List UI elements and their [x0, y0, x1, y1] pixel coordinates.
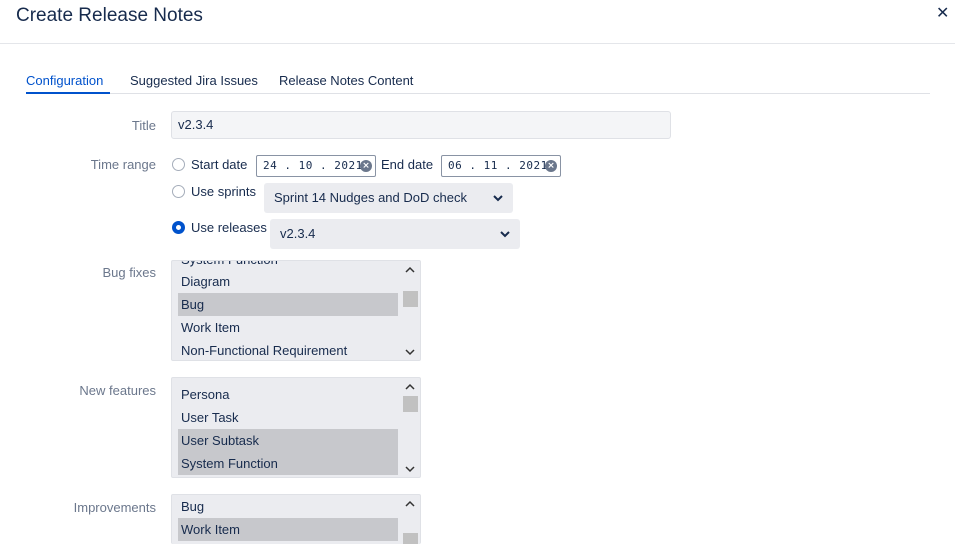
scrollbar[interactable]	[401, 261, 420, 360]
list-item[interactable]: Persona	[178, 383, 398, 406]
use-releases-radio[interactable]	[172, 221, 185, 234]
time-range-label: Time range	[90, 157, 156, 172]
list-item[interactable]: User Subtask	[178, 429, 398, 452]
list-item[interactable]: User Task	[178, 406, 398, 429]
release-select-value: v2.3.4	[280, 226, 316, 241]
list-item[interactable]: Work Item	[178, 316, 398, 339]
dialog-header: Create Release Notes ✕	[0, 0, 955, 44]
dialog-title: Create Release Notes	[16, 5, 203, 26]
chevron-down-icon	[500, 231, 510, 238]
list-item[interactable]: Diagram	[178, 270, 398, 293]
tab-configuration[interactable]: Configuration	[26, 73, 103, 88]
tab-release-notes-content[interactable]: Release Notes Content	[279, 73, 413, 88]
scroll-thumb[interactable]	[403, 396, 418, 412]
title-input[interactable]: v2.3.4	[171, 111, 671, 139]
end-date-label: End date	[381, 157, 434, 172]
chevron-down-icon[interactable]	[405, 348, 415, 356]
bug-fixes-listbox[interactable]: System Function Diagram Bug Work Item No…	[171, 260, 421, 361]
start-date-radio-row[interactable]: Start date	[172, 157, 247, 172]
sprint-select[interactable]: Sprint 14 Nudges and DoD check	[264, 183, 513, 213]
scrollbar[interactable]	[401, 378, 420, 477]
new-features-listbox[interactable]: Persona User Task User Subtask System Fu…	[171, 377, 421, 478]
chevron-up-icon[interactable]	[405, 266, 415, 274]
title-label: Title	[131, 118, 156, 133]
start-date-label: Start date	[191, 157, 248, 172]
chevron-up-icon[interactable]	[405, 500, 415, 508]
tab-bar: Configuration Suggested Jira Issues Rele…	[26, 72, 930, 94]
chevron-down-icon[interactable]	[405, 465, 415, 473]
clear-start-date-icon[interactable]: ×	[360, 160, 372, 172]
close-icon[interactable]: ✕	[936, 3, 949, 23]
new-features-label: New features	[79, 383, 156, 398]
chevron-up-icon[interactable]	[405, 383, 415, 391]
improvements-label: Improvements	[73, 500, 156, 515]
scroll-thumb[interactable]	[403, 533, 418, 544]
list-item[interactable]: Bug	[178, 495, 398, 518]
start-date-value: 24 . 10 . 2021	[263, 159, 363, 172]
clear-end-date-icon[interactable]: ×	[545, 160, 557, 172]
end-date-input[interactable]: 06 . 11 . 2021 ×	[441, 155, 561, 177]
bug-fixes-label: Bug fixes	[102, 265, 156, 280]
improvements-listbox[interactable]: Bug Work Item	[171, 494, 421, 544]
start-date-input[interactable]: 24 . 10 . 2021 ×	[256, 155, 376, 177]
list-item[interactable]: Non-Functional Requirement	[178, 339, 398, 360]
list-item[interactable]: System Function	[178, 452, 398, 475]
scrollbar[interactable]	[401, 495, 420, 544]
start-date-radio[interactable]	[172, 158, 185, 171]
use-releases-label: Use releases	[191, 220, 267, 235]
chevron-down-icon	[493, 195, 503, 202]
use-sprints-radio-row[interactable]: Use sprints	[172, 184, 256, 199]
release-select[interactable]: v2.3.4	[270, 219, 520, 249]
sprint-select-value: Sprint 14 Nudges and DoD check	[274, 190, 467, 205]
use-sprints-label: Use sprints	[191, 184, 257, 199]
list-item[interactable]: Bug	[178, 293, 398, 316]
list-item[interactable]: Work Item	[178, 518, 398, 541]
scroll-thumb[interactable]	[403, 291, 418, 307]
end-date-value: 06 . 11 . 2021	[448, 159, 548, 172]
use-releases-radio-row[interactable]: Use releases	[172, 220, 267, 235]
tab-suggested-jira-issues[interactable]: Suggested Jira Issues	[130, 73, 258, 88]
active-tab-indicator	[26, 92, 110, 94]
use-sprints-radio[interactable]	[172, 185, 185, 198]
